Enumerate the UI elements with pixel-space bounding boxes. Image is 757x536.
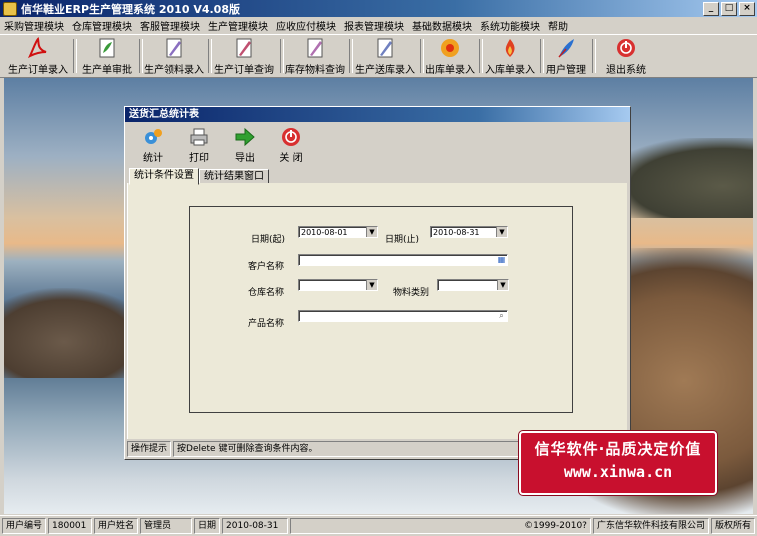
print-button[interactable]: 打印 [179,126,219,164]
minimize-button[interactable]: _ [703,2,719,16]
leaf-document-icon [99,38,115,58]
status-bar: 用户编号 180001 用户姓名 管理员 日期 2010-08-31 ©1999… [0,515,757,536]
tab-result-window[interactable]: 统计结果窗口 [199,169,269,184]
menu-receivable-payable[interactable]: 应收应付模块 [272,18,340,33]
date-start-label: 日期(起) [251,235,286,245]
dialog-close-button[interactable]: 关 闭 [271,126,311,164]
menu-help[interactable]: 帮助 [544,18,572,33]
feather-icon [558,39,574,58]
date-start-combo[interactable]: 2010-08-01 ▼ [298,226,378,238]
production-approval-button[interactable]: 生产单审批 [78,36,136,76]
app-icon [3,1,17,16]
product-label: 产品名称 [248,319,285,329]
material-type-combo[interactable]: ▼ [437,279,509,291]
user-name-value: 管理员 [140,518,193,534]
date-end-label: 日期(止) [385,235,420,245]
arrow-right-icon [235,127,255,147]
condition-panel: 日期(起) 2010-08-01 ▼ 日期(止) 2010-08-31 ▼ 客户… [127,183,627,439]
menu-basic-data[interactable]: 基础数据模块 [408,18,476,33]
power-icon [282,128,300,146]
date-label: 日期 [194,518,221,534]
promo-badge: 信华软件·品质决定价值 www.xinwa.cn [519,431,717,495]
chevron-down-icon[interactable]: ▼ [366,227,377,237]
close-button[interactable]: × [739,2,755,16]
material-type-label: 物料类别 [393,288,430,298]
hint-label: 操作提示 [127,441,172,457]
flame-icon [505,39,515,57]
delivery-summary-dialog: 送货汇总统计表 统计 打印 导出 关 闭 统计条件设置 统计结果窗口 日期(起)… [124,106,631,460]
flower-icon [441,39,459,57]
pen-document-icon [166,38,182,58]
rights-text: 版权所有 [710,518,755,534]
customer-label: 客户名称 [248,262,285,272]
main-toolbar: 生产订单录入 生产单审批 生产领料录入 生产订单查询 库存物料查询 生产送库录入… [0,34,757,78]
product-field[interactable]: ⌕ [298,310,508,322]
pen-document-icon [236,38,252,58]
user-id-label: 用户编号 [2,518,47,534]
user-management-button[interactable]: 用户管理 [544,36,588,76]
date-value: 2010-08-31 [222,518,289,534]
pen-document-icon [377,38,393,58]
lookup-icon[interactable]: ▦ [496,255,507,265]
exit-system-button[interactable]: 退出系统 [602,36,650,76]
gears-icon [145,129,162,144]
chevron-down-icon[interactable]: ▼ [366,280,377,290]
chevron-down-icon[interactable]: ▼ [496,227,507,237]
tab-strip: 统计条件设置 统计结果窗口 [127,168,626,185]
production-delivery-entry-button[interactable]: 生产送库录入 [353,36,417,76]
customer-field[interactable]: ▦ [298,254,508,266]
dialog-toolbar: 统计 打印 导出 关 闭 [127,124,626,166]
user-id-value: 180001 [48,518,93,534]
statistics-button[interactable]: 统计 [133,126,173,164]
power-icon [617,39,635,57]
inventory-query-button[interactable]: 库存物料查询 [284,36,346,76]
company-name: 广东信华软件科技有限公司 [592,518,709,534]
chevron-down-icon[interactable]: ▼ [497,280,508,290]
promo-slogan: 信华软件·品质决定价值 [534,440,702,458]
user-name-label: 用户姓名 [94,518,139,534]
search-icon[interactable]: ⌕ [496,311,507,321]
menu-customer-service[interactable]: 客服管理模块 [136,18,204,33]
pen-document-icon [307,38,323,58]
warehouse-label: 仓库名称 [248,288,285,298]
menu-reports[interactable]: 报表管理模块 [340,18,408,33]
warehouse-combo[interactable]: ▼ [298,279,378,291]
outbound-entry-button[interactable]: 出库单录入 [424,36,476,76]
inbound-entry-button[interactable]: 入库单录入 [483,36,537,76]
menu-purchase[interactable]: 采购管理模块 [0,18,68,33]
criteria-form: 日期(起) 2010-08-01 ▼ 日期(止) 2010-08-31 ▼ 客户… [189,206,573,413]
printer-icon [190,128,208,146]
promo-url: www.xinwa.cn [563,463,673,481]
menu-warehouse[interactable]: 仓库管理模块 [68,18,136,33]
production-order-query-button[interactable]: 生产订单查询 [212,36,276,76]
acrobat-icon [27,37,47,59]
dialog-title: 送货汇总统计表 [125,107,630,122]
tab-condition-settings[interactable]: 统计条件设置 [129,168,199,185]
menu-system[interactable]: 系统功能模块 [476,18,544,33]
material-requisition-entry-button[interactable]: 生产领料录入 [143,36,205,76]
production-order-entry-button[interactable]: 生产订单录入 [6,36,70,76]
window-title: 信华鞋业ERP生产管理系统 2010 V4.08版 [21,2,240,16]
date-end-combo[interactable]: 2010-08-31 ▼ [430,226,508,238]
title-bar: 信华鞋业ERP生产管理系统 2010 V4.08版 _ □ × [0,0,757,17]
menu-bar: 采购管理模块 仓库管理模块 客服管理模块 生产管理模块 应收应付模块 报表管理模… [0,17,757,33]
maximize-button[interactable]: □ [721,2,737,16]
export-button[interactable]: 导出 [225,126,265,164]
copyright-text: ©1999-2010? [290,518,591,534]
menu-production[interactable]: 生产管理模块 [204,18,272,33]
